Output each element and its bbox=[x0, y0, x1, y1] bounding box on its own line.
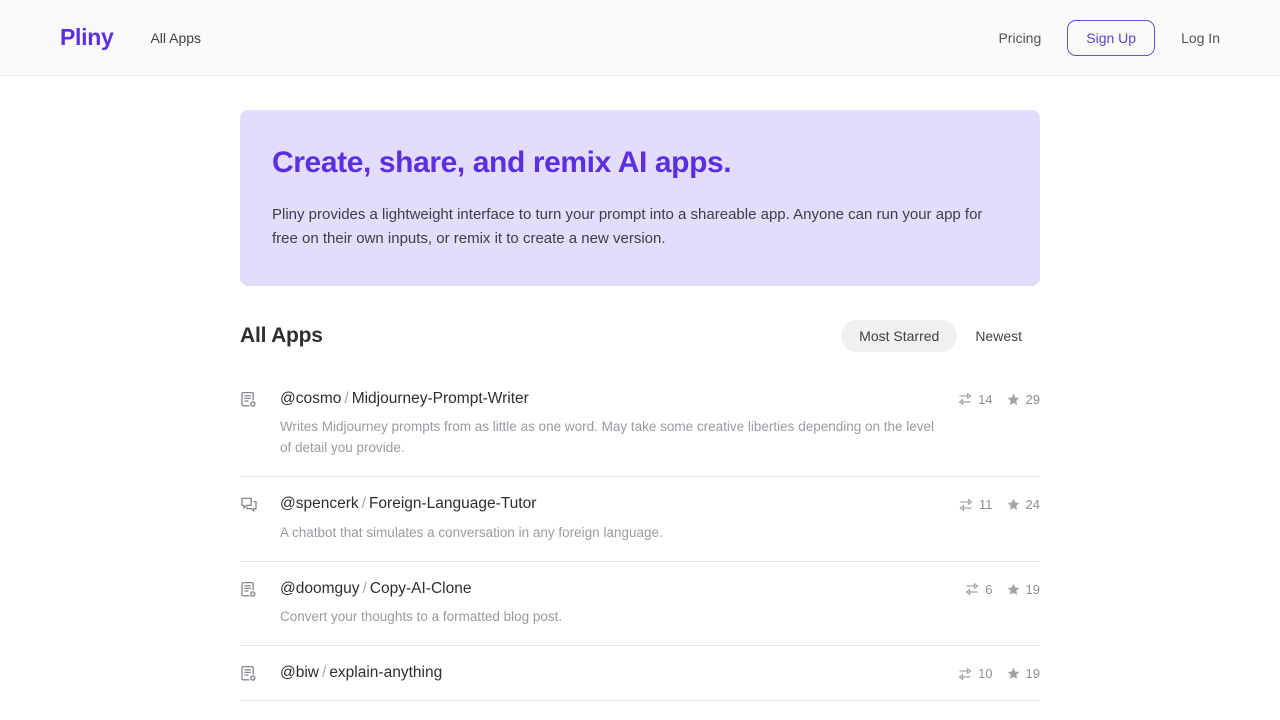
star-icon bbox=[1007, 583, 1020, 596]
star-count: 29 bbox=[1007, 392, 1040, 407]
section-header: All Apps Most Starred Newest bbox=[240, 318, 1040, 354]
app-name: explain-anything bbox=[329, 664, 442, 681]
hero-banner: Create, share, and remix AI apps. Pliny … bbox=[240, 110, 1040, 286]
remix-icon bbox=[958, 392, 972, 406]
app-title[interactable]: @biw/explain-anything bbox=[280, 664, 938, 683]
remix-count: 11 bbox=[959, 497, 993, 512]
app-info: @cosmo/Midjourney-Prompt-Writer Writes M… bbox=[280, 390, 958, 459]
star-count-value: 19 bbox=[1026, 666, 1040, 681]
remix-icon bbox=[965, 582, 979, 596]
remix-count-value: 6 bbox=[985, 582, 992, 597]
app-separator: / bbox=[359, 495, 369, 512]
sort-toggle-group: Most Starred Newest bbox=[841, 320, 1040, 352]
star-icon bbox=[1007, 393, 1020, 406]
app-stats: 11 24 bbox=[959, 495, 1040, 512]
app-title[interactable]: @spencerk/Foreign-Language-Tutor bbox=[280, 495, 939, 514]
star-icon bbox=[1007, 498, 1020, 511]
app-info: @doomguy/Copy-AI-Clone Convert your thou… bbox=[280, 580, 965, 629]
remix-count-value: 14 bbox=[978, 392, 992, 407]
app-name: Midjourney-Prompt-Writer bbox=[352, 390, 529, 407]
star-icon bbox=[1007, 667, 1020, 680]
star-count-value: 24 bbox=[1026, 497, 1040, 512]
remix-count: 10 bbox=[958, 666, 992, 681]
app-list-item[interactable]: @spencerk/Foreign-Language-Tutor A chatb… bbox=[240, 477, 1040, 562]
secondary-nav: Pricing Sign Up Log In bbox=[978, 20, 1240, 56]
app-stats: 10 19 bbox=[958, 664, 1040, 681]
star-count-value: 29 bbox=[1026, 392, 1040, 407]
app-info: @biw/explain-anything bbox=[280, 664, 958, 683]
app-name: Copy-AI-Clone bbox=[370, 580, 472, 597]
app-separator: / bbox=[341, 390, 351, 407]
brand-logo[interactable]: Pliny bbox=[60, 26, 113, 49]
app-stats: 6 19 bbox=[965, 580, 1040, 597]
document-plus-icon bbox=[240, 581, 258, 599]
app-name: Foreign-Language-Tutor bbox=[369, 495, 536, 512]
sort-most-starred-button[interactable]: Most Starred bbox=[841, 320, 957, 352]
app-owner: @cosmo bbox=[280, 390, 341, 407]
app-list-item[interactable]: @doomguy/Copy-AI-Clone Convert your thou… bbox=[240, 562, 1040, 647]
nav-log-in[interactable]: Log In bbox=[1161, 31, 1240, 45]
app-owner: @biw bbox=[280, 664, 319, 681]
star-count: 19 bbox=[1007, 582, 1040, 597]
remix-count-value: 10 bbox=[978, 666, 992, 681]
star-count: 19 bbox=[1007, 666, 1040, 681]
remix-count: 14 bbox=[958, 392, 992, 407]
app-info: @spencerk/Foreign-Language-Tutor A chatb… bbox=[280, 495, 959, 544]
document-plus-icon bbox=[240, 665, 258, 683]
page-title: All Apps bbox=[240, 324, 323, 348]
app-list: @cosmo/Midjourney-Prompt-Writer Writes M… bbox=[240, 372, 1040, 701]
app-owner: @doomguy bbox=[280, 580, 360, 597]
hero-title: Create, share, and remix AI apps. bbox=[272, 146, 1008, 179]
remix-count-value: 11 bbox=[979, 497, 993, 512]
remix-count: 6 bbox=[965, 582, 992, 597]
hero-subtitle: Pliny provides a lightweight interface t… bbox=[272, 203, 1002, 252]
sort-newest-button[interactable]: Newest bbox=[957, 320, 1040, 352]
app-list-item[interactable]: @cosmo/Midjourney-Prompt-Writer Writes M… bbox=[240, 372, 1040, 477]
primary-nav: All Apps bbox=[150, 31, 201, 45]
remix-icon bbox=[959, 498, 973, 512]
app-owner: @spencerk bbox=[280, 495, 359, 512]
nav-all-apps[interactable]: All Apps bbox=[150, 31, 201, 45]
app-separator: / bbox=[360, 580, 370, 597]
star-count-value: 19 bbox=[1026, 582, 1040, 597]
star-count: 24 bbox=[1007, 497, 1040, 512]
site-header: Pliny All Apps Pricing Sign Up Log In bbox=[0, 0, 1280, 76]
app-stats: 14 29 bbox=[958, 390, 1040, 407]
main-content: Create, share, and remix AI apps. Pliny … bbox=[240, 76, 1040, 701]
document-plus-icon bbox=[240, 391, 258, 409]
chat-bubble-icon bbox=[240, 496, 258, 514]
app-description: Convert your thoughts to a formatted blo… bbox=[280, 607, 945, 628]
remix-icon bbox=[958, 667, 972, 681]
app-description: Writes Midjourney prompts from as little… bbox=[280, 417, 938, 459]
app-description: A chatbot that simulates a conversation … bbox=[280, 523, 939, 544]
app-title[interactable]: @cosmo/Midjourney-Prompt-Writer bbox=[280, 390, 938, 409]
nav-pricing[interactable]: Pricing bbox=[978, 31, 1061, 45]
app-separator: / bbox=[319, 664, 329, 681]
app-list-item[interactable]: @biw/explain-anything 10 19 bbox=[240, 646, 1040, 701]
sign-up-button[interactable]: Sign Up bbox=[1067, 20, 1155, 56]
app-title[interactable]: @doomguy/Copy-AI-Clone bbox=[280, 580, 945, 599]
